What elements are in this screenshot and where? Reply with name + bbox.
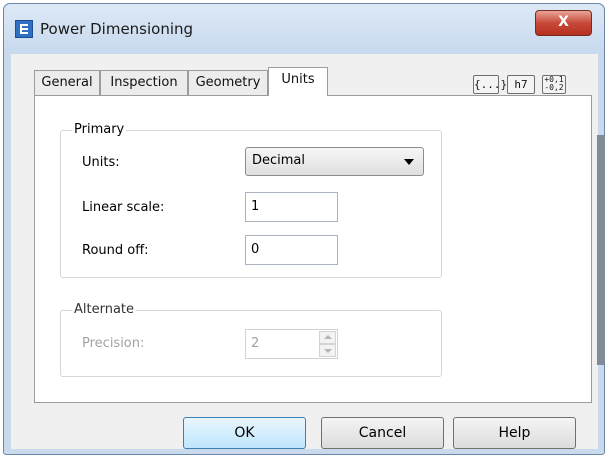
spin-up-arrow-icon[interactable] [319,331,336,344]
background-scrollbar [597,135,605,365]
precision-label: Precision: [82,336,145,351]
tab-units[interactable]: Units [268,67,328,96]
linear-scale-label: Linear scale: [82,200,165,215]
round-off-label: Round off: [82,243,149,258]
units-label: Units: [82,155,120,170]
dialog-window: Power Dimensioning X General Inspection … [3,3,605,455]
tab-geometry[interactable]: Geometry [188,70,268,95]
alternate-group-label: Alternate [72,302,137,317]
chevron-down-icon [404,159,414,165]
close-button[interactable]: X [535,10,592,36]
units-tab-panel: Primary Units: Decimal Linear scale: 1 R… [34,95,592,403]
braces-icon[interactable]: {...} [473,75,507,94]
precision-spinner[interactable]: 2 [245,329,338,359]
tab-inspection[interactable]: Inspection [100,70,188,95]
linear-scale-input[interactable]: 1 [245,192,338,222]
units-dropdown-value: Decimal [252,153,306,168]
window-title: Power Dimensioning [40,20,194,38]
tolerance-h7-icon[interactable]: h7 [507,75,535,94]
cancel-button[interactable]: Cancel [321,417,444,449]
precision-value: 2 [251,336,260,351]
units-dropdown[interactable]: Decimal [245,147,424,176]
ok-button[interactable]: OK [183,417,306,449]
spin-down-arrow-icon[interactable] [319,344,336,357]
tab-general[interactable]: General [34,70,100,95]
round-off-input[interactable]: 0 [245,235,338,265]
dialog-client-area: General Inspection Geometry Units {...} … [11,54,598,449]
precision-spin-buttons [319,331,336,357]
tolerance-plus-minus-icon[interactable]: +0,1 -0,2 [542,75,566,94]
app-logo-icon [15,20,33,38]
title-bar[interactable]: Power Dimensioning X [4,4,604,54]
help-button[interactable]: Help [453,417,576,449]
primary-group-label: Primary [72,122,127,137]
